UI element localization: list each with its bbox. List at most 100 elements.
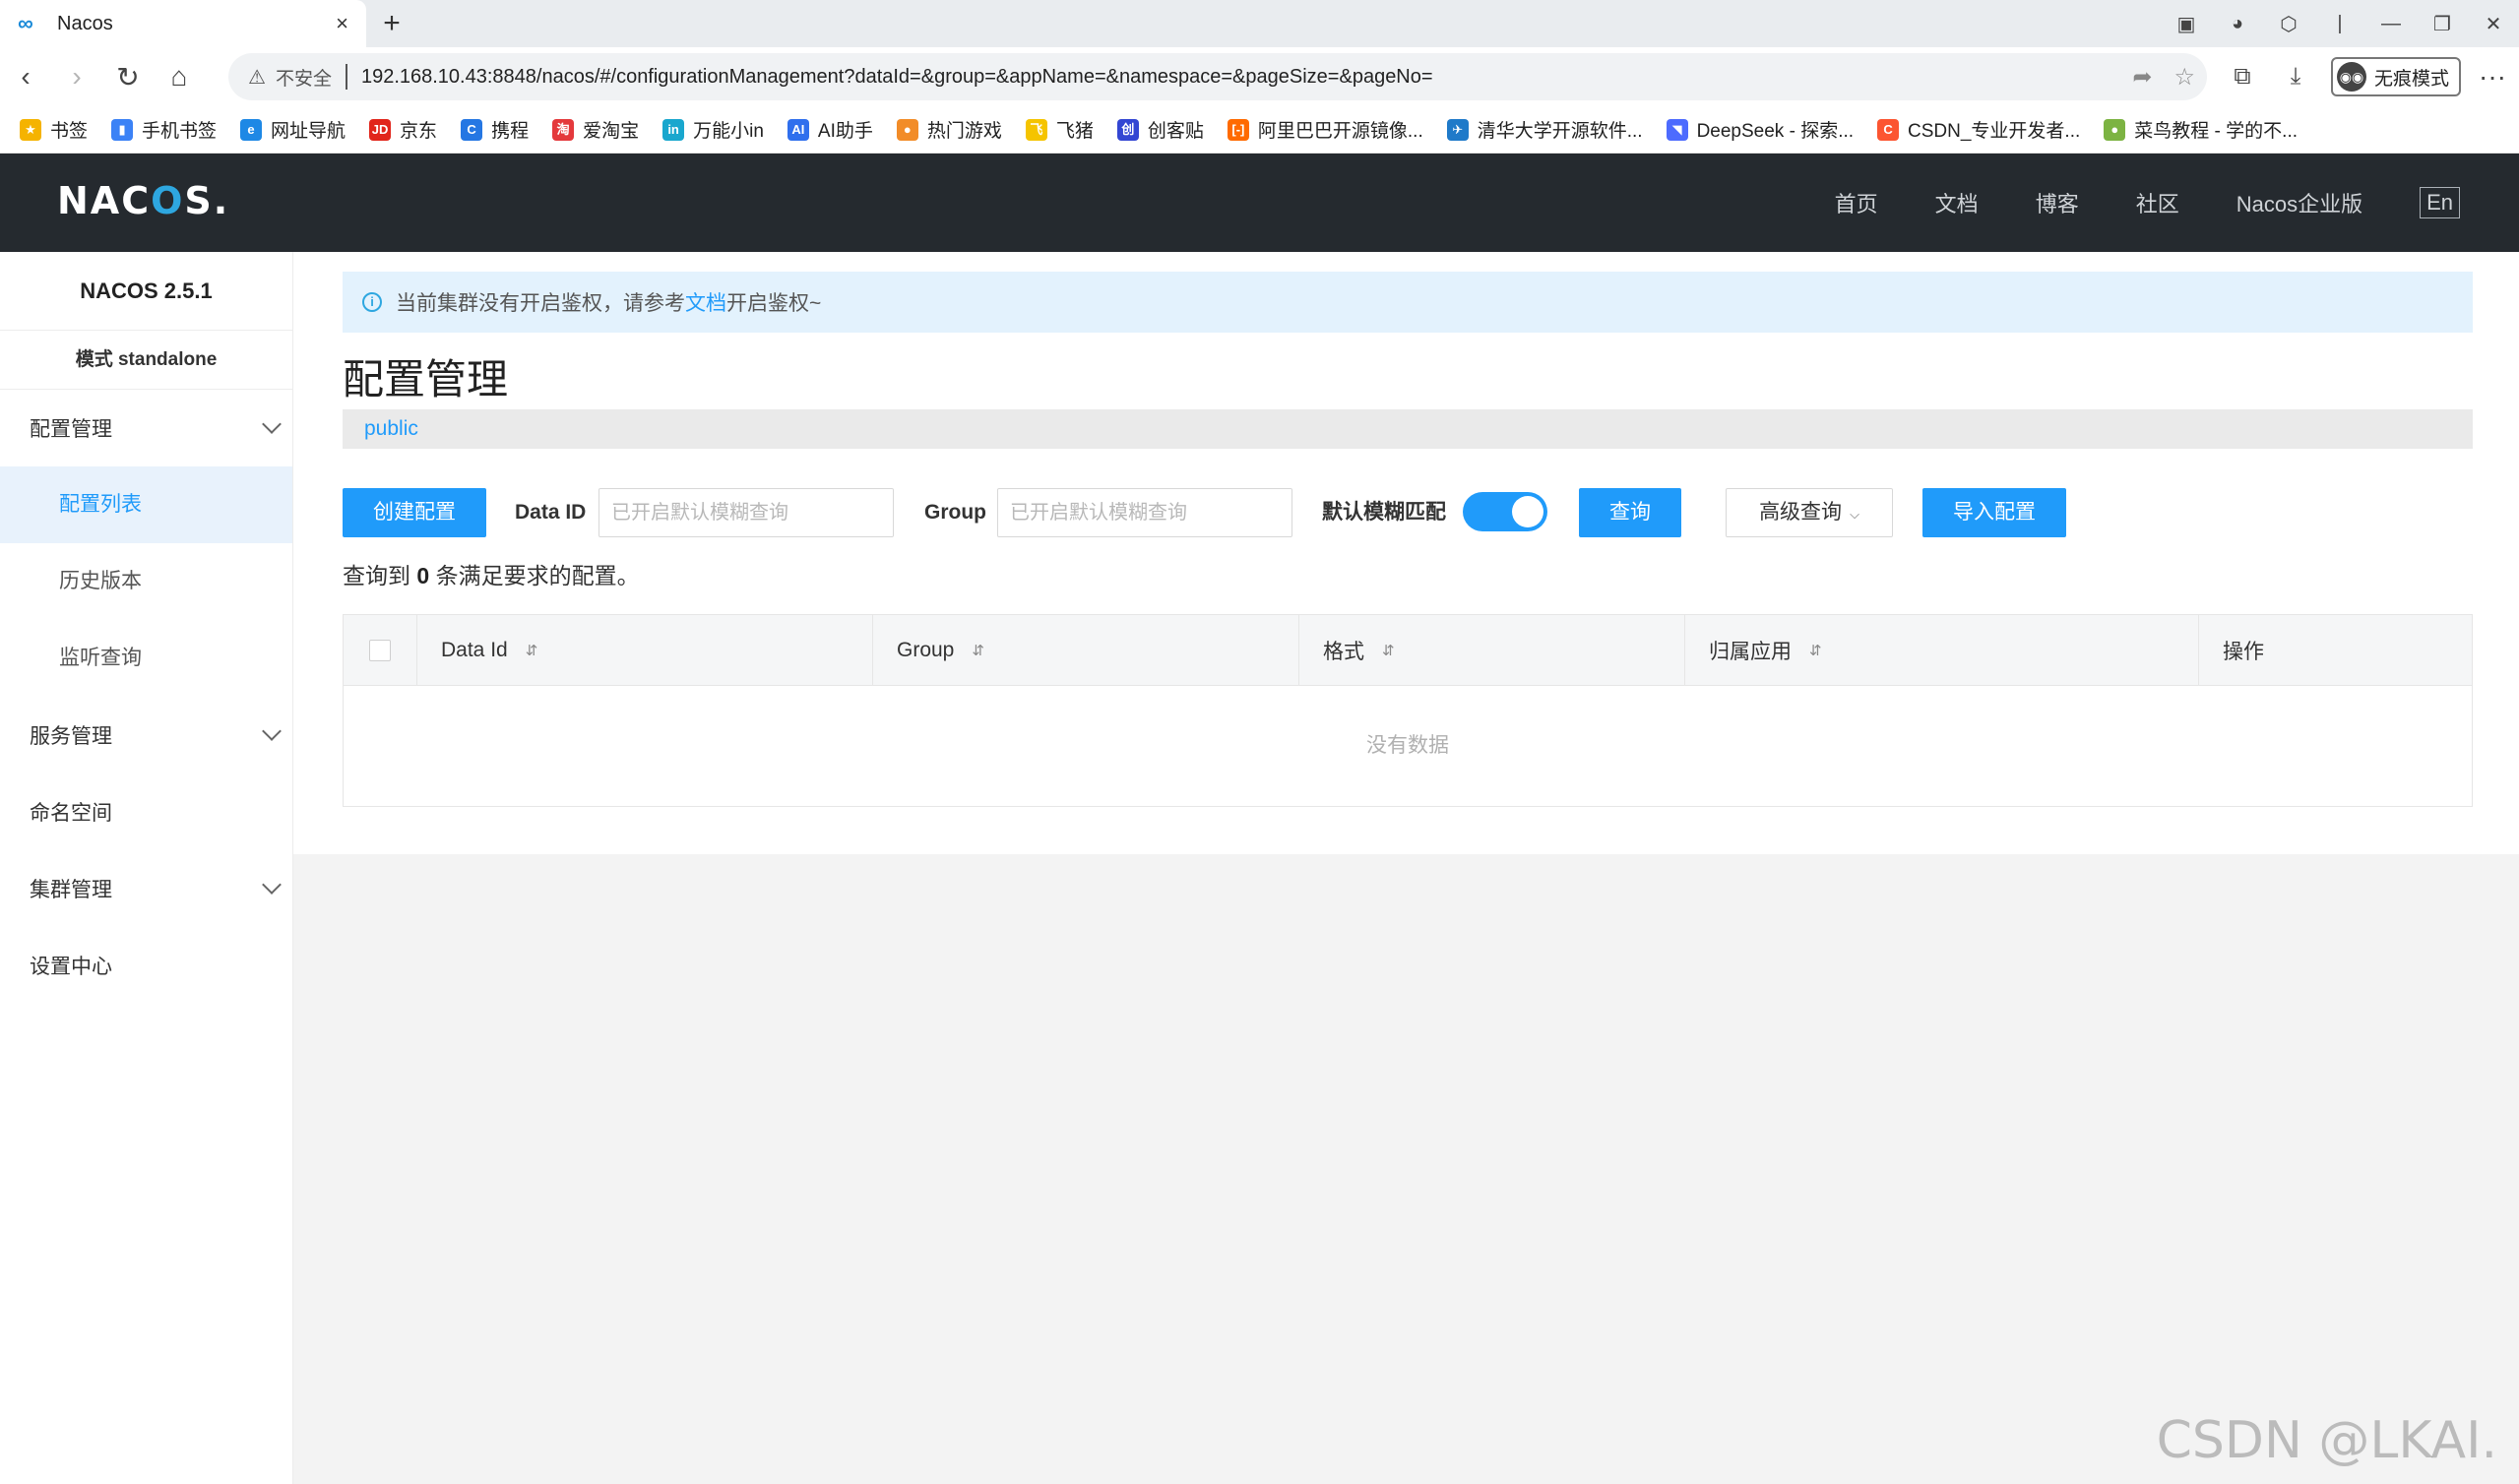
sidebar-item-config-list[interactable]: 配置列表 [0, 466, 292, 543]
sort-icon[interactable]: ⇵ [1809, 642, 1822, 659]
nav-home[interactable]: 首页 [1835, 187, 1878, 218]
bookmark-item[interactable]: JD 京东 [369, 116, 437, 143]
forward-button[interactable]: › [51, 61, 102, 93]
browser-tabstrip: ∞ Nacos × + ▣ ◕ ⬡ | — ❐ ✕ [0, 0, 2519, 47]
share-icon[interactable]: ➦ [2132, 63, 2152, 92]
bookmark-item[interactable]: in 万能小in [662, 116, 764, 143]
sidebar-item-history[interactable]: 历史版本 [0, 543, 292, 620]
minimize-button[interactable]: — [2365, 13, 2417, 35]
top-nav: 首页 文档 博客 社区 Nacos企业版 En [1835, 154, 2460, 252]
more-menu-icon[interactable]: ··· [2479, 61, 2506, 93]
sidebar-group-label: 服务管理 [30, 725, 112, 748]
nav-enterprise[interactable]: Nacos企业版 [2236, 187, 2362, 218]
new-tab-button[interactable]: + [374, 6, 409, 41]
bookmark-item[interactable]: C CSDN_专业开发者... [1877, 116, 2080, 143]
browser-toolbar: ‹ › ↻ ⌂ ⚠ 不安全 192.168.10.43:8848/nacos/#… [0, 47, 2519, 106]
tab-close-icon[interactable]: × [336, 11, 348, 36]
bookmark-item[interactable]: C 携程 [461, 116, 529, 143]
address-bar[interactable]: ⚠ 不安全 192.168.10.43:8848/nacos/#/configu… [228, 53, 2207, 100]
notice-docs-link[interactable]: 文档 [685, 292, 726, 315]
browser-tab[interactable]: ∞ Nacos × [0, 0, 366, 47]
nav-blog[interactable]: 博客 [2036, 187, 2079, 218]
sidebar-group-service[interactable]: 服务管理 [0, 697, 292, 773]
config-table: Data Id ⇵ Group ⇵ 格式 ⇵ 归属应用 ⇵ 操作 没有数据 [343, 614, 2473, 807]
bookmark-item[interactable]: 创创客贴 [1116, 116, 1204, 143]
query-button[interactable]: 查询 [1579, 488, 1681, 537]
bookmark-label: 创客贴 [1147, 121, 1204, 142]
notice-prefix: 当前集群没有开启鉴权，请参考 [396, 292, 685, 315]
select-all-checkbox[interactable] [369, 640, 391, 661]
column-label: 操作 [2223, 641, 2264, 663]
csdn-watermark: CSDN @LKAI. [2156, 1411, 2497, 1470]
nav-community[interactable]: 社区 [2136, 187, 2179, 218]
bookmark-label: 网址导航 [271, 121, 346, 142]
url-separator [345, 64, 347, 90]
create-config-button[interactable]: 创建配置 [343, 488, 486, 537]
phone-icon: ▮ [111, 118, 134, 141]
extensions-icon[interactable]: ⬡ [2263, 12, 2314, 36]
notice-text: 当前集群没有开启鉴权，请参考文档开启鉴权~ [396, 287, 821, 317]
extensions-puzzle-icon[interactable]: ⧉ [2225, 63, 2260, 91]
bookmark-item[interactable]: ● 热门游戏 [896, 116, 1002, 143]
maximize-button[interactable]: ❐ [2417, 12, 2468, 36]
incognito-badge[interactable]: ◉◉ 无痕模式 [2331, 57, 2462, 96]
nav-docs[interactable]: 文档 [1935, 187, 1979, 218]
advanced-query-button[interactable]: 高级查询 ⌵ [1726, 488, 1893, 537]
sidebar-group-config[interactable]: 配置管理 [0, 390, 292, 466]
runoob-icon: ● [2104, 118, 2126, 141]
bookmark-item[interactable]: ● 菜鸟教程 - 学的不... [2104, 116, 2298, 143]
sidebar-item-namespace[interactable]: 命名空间 [0, 773, 292, 850]
bookmark-item[interactable]: ◥ DeepSeek - 探索... [1666, 116, 1855, 143]
bookmark-item[interactable]: ✈ 清华大学开源软件... [1446, 116, 1643, 143]
insecure-label[interactable]: 不安全 [276, 64, 332, 91]
result-suffix: 条满足要求的配置。 [429, 563, 640, 588]
sort-icon[interactable]: ⇵ [972, 642, 984, 659]
sidebar-item-settings[interactable]: 设置中心 [0, 927, 292, 1004]
csdn-icon: C [1877, 118, 1900, 141]
bookmark-item[interactable]: 飞飞猪 [1025, 116, 1094, 143]
column-app[interactable]: 归属应用 ⇵ [1685, 615, 2199, 686]
favorite-star-icon[interactable]: ☆ [2173, 63, 2195, 92]
reload-button[interactable]: ↻ [102, 61, 154, 93]
bookmark-label: 阿里巴巴开源镜像... [1257, 121, 1423, 142]
sidebar-group-cluster[interactable]: 集群管理 [0, 850, 292, 927]
column-group[interactable]: Group ⇵ [873, 615, 1299, 686]
chevron-down-icon [262, 721, 282, 741]
bookmark-item[interactable]: ▮ 手机书签 [111, 116, 217, 143]
bookmark-label: DeepSeek - 探索... [1696, 121, 1855, 142]
close-window-button[interactable]: ✕ [2468, 12, 2519, 36]
bookmark-item[interactable]: 淘爱淘宝 [552, 116, 639, 143]
filter-bar: 创建配置 Data ID Group 默认模糊匹配 查询 高级查询 ⌵ 导入配置 [343, 488, 2473, 537]
fliggy-icon: 飞 [1025, 118, 1047, 141]
import-config-button[interactable]: 导入配置 [1922, 488, 2066, 537]
bookmark-item[interactable]: ★ 书签 [20, 116, 88, 143]
nacos-logo[interactable]: NACOS. [57, 179, 229, 222]
data-id-input[interactable] [598, 488, 894, 537]
auth-notice: i 当前集群没有开启鉴权，请参考文档开启鉴权~ [343, 272, 2473, 333]
sidebar-item-listener[interactable]: 监听查询 [0, 620, 292, 697]
sort-icon[interactable]: ⇵ [1382, 642, 1395, 659]
column-format[interactable]: 格式 ⇵ [1299, 615, 1685, 686]
namespace-public-link[interactable]: public [364, 417, 418, 440]
column-data-id[interactable]: Data Id ⇵ [417, 615, 873, 686]
download-icon[interactable]: ⤓ [2278, 63, 2313, 91]
warning-icon[interactable]: ⚠ [248, 65, 266, 90]
ai-icon: AI [787, 118, 809, 141]
logo-text-accent: O [151, 179, 185, 222]
sort-icon[interactable]: ⇵ [526, 642, 538, 659]
result-count: 0 [416, 563, 430, 588]
bookmark-label: 书签 [50, 121, 89, 142]
language-switch-button[interactable]: En [2420, 187, 2460, 218]
bookmark-item[interactable]: [-] 阿里巴巴开源镜像... [1227, 116, 1423, 143]
home-button[interactable]: ⌂ [154, 61, 205, 93]
toggle-knob [1512, 496, 1543, 527]
bookmark-item[interactable]: AI AI助手 [787, 116, 873, 143]
url-text[interactable]: 192.168.10.43:8848/nacos/#/configuration… [361, 66, 2110, 89]
bookmark-item[interactable]: e 网址导航 [240, 116, 346, 143]
tab-actions-icon[interactable]: ▣ [2161, 12, 2212, 36]
group-input[interactable] [997, 488, 1292, 537]
fuzzy-match-toggle[interactable] [1463, 492, 1547, 531]
bookmark-label: AI助手 [817, 121, 873, 142]
back-button[interactable]: ‹ [0, 61, 51, 93]
incognito-small-icon[interactable]: ◕ [2212, 13, 2263, 35]
